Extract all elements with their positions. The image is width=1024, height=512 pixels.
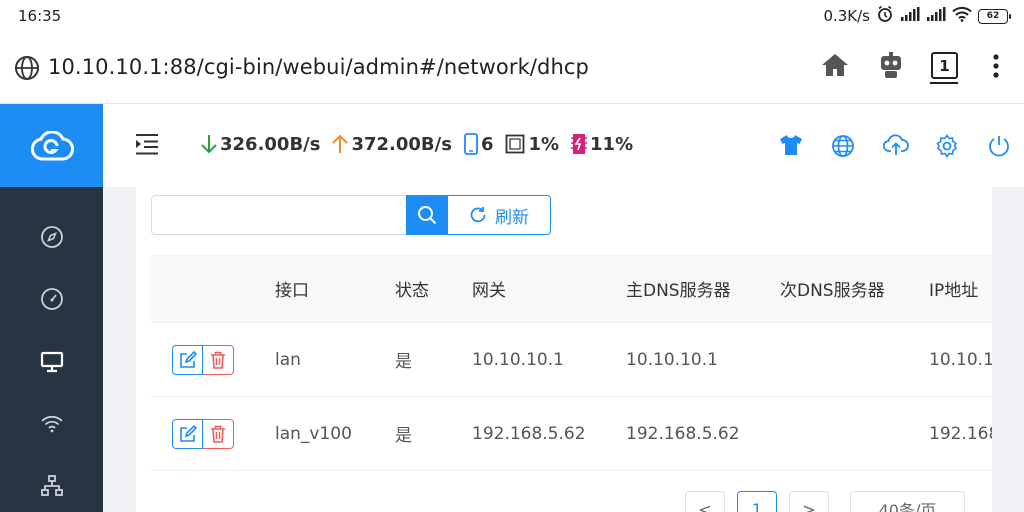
cell-ip-address: 192.168 [929, 423, 992, 444]
refresh-icon [470, 207, 486, 223]
cell-primary-dns: 10.10.10.1 [626, 349, 718, 370]
edit-button[interactable] [172, 419, 203, 449]
page-size-select[interactable]: 40条/页 [850, 491, 965, 512]
delete-button[interactable] [203, 419, 234, 449]
logo[interactable] [0, 104, 103, 187]
dhcp-card: 刷新 接口 状态 网关 主DNS服务器 次DNS服务器 IP地址 lan 是 1… [136, 187, 992, 512]
column-header-interface[interactable]: 接口 [275, 255, 309, 322]
edit-button[interactable] [172, 345, 203, 375]
tab-switcher-button[interactable]: 1 [930, 52, 958, 84]
upload-speed: 372.00B/s [351, 133, 452, 155]
row-actions [172, 345, 234, 375]
gauge-icon [40, 288, 63, 310]
column-header-secondary-dns[interactable]: 次DNS服务器 [780, 255, 885, 322]
column-header-ip-address[interactable]: IP地址 [929, 255, 978, 322]
cell-primary-dns: 192.168.5.62 [626, 423, 740, 444]
cpu-icon [506, 134, 525, 154]
cell-interface: lan_v100 [275, 423, 352, 444]
arrow-up-icon [332, 134, 349, 153]
signal-icon [900, 7, 920, 25]
cpu-usage: 1% [528, 133, 560, 155]
prev-page-button[interactable]: < [685, 491, 725, 512]
arrow-down-icon [201, 135, 217, 154]
phone-icon [464, 133, 478, 155]
globe-icon[interactable] [831, 134, 855, 162]
wifi-icon [40, 415, 63, 433]
alarm-icon [876, 5, 894, 27]
cell-ip-address: 10.10.10 [929, 349, 992, 370]
cell-gateway: 10.10.10.1 [472, 349, 564, 370]
status-bar: 16:35 0.3K/s 62 [0, 0, 1024, 32]
table-row: lan 是 10.10.10.1 10.10.10.1 10.10.10 [151, 323, 992, 397]
sidebar-item-overview[interactable] [0, 217, 103, 257]
address-bar[interactable]: 10.10.10.1:88/cgi-bin/webui/admin#/netwo… [48, 55, 589, 79]
column-header-status[interactable]: 状态 [395, 255, 429, 322]
cloud-upload-icon[interactable] [882, 134, 909, 160]
menu-toggle-icon[interactable] [135, 133, 159, 159]
status-icons: 0.3K/s 62 [823, 5, 1011, 27]
network-speed: 0.3K/s [823, 7, 870, 25]
devices-count: 6 [480, 133, 494, 155]
system-stats: 326.00B/s 372.00B/s 6 1% 11% [201, 133, 645, 155]
battery-indicator: 62 [978, 8, 1011, 24]
row-actions [172, 419, 234, 449]
table-row: lan_v100 是 192.168.5.62 192.168.5.62 192… [151, 397, 992, 471]
memory-icon [571, 134, 588, 154]
table-header: 接口 状态 网关 主DNS服务器 次DNS服务器 IP地址 [151, 255, 992, 323]
memory-stat: 11% [571, 133, 633, 155]
refresh-label: 刷新 [495, 207, 529, 228]
cell-status: 是 [395, 426, 412, 446]
delete-button[interactable] [203, 345, 234, 375]
upload-stat: 372.00B/s [332, 133, 452, 155]
trash-icon [211, 351, 225, 369]
header: 326.00B/s 372.00B/s 6 1% 11% [103, 104, 1024, 187]
power-icon[interactable] [987, 134, 1011, 162]
settings-gear-icon[interactable] [935, 134, 959, 162]
next-page-button[interactable]: > [789, 491, 829, 512]
search-icon [417, 206, 436, 225]
devices-stat: 6 [464, 133, 494, 155]
download-stat: 326.00B/s [201, 134, 320, 155]
cpu-stat: 1% [505, 134, 559, 155]
signal-icon-2 [926, 7, 946, 25]
cell-status: 是 [395, 352, 412, 372]
search-button[interactable] [406, 195, 447, 235]
network-topology-icon [40, 475, 63, 496]
robot-icon[interactable] [878, 52, 904, 84]
sidebar-item-wireless[interactable] [0, 404, 103, 444]
cloud-logo-icon [30, 130, 74, 160]
column-header-gateway[interactable]: 网关 [472, 255, 506, 322]
wifi-icon [952, 6, 972, 26]
monitor-icon [40, 351, 63, 373]
sidebar-item-system[interactable] [0, 342, 103, 382]
memory-usage: 11% [590, 133, 634, 155]
dhcp-table: 接口 状态 网关 主DNS服务器 次DNS服务器 IP地址 lan 是 10.1… [151, 255, 992, 471]
theme-icon[interactable] [779, 134, 803, 160]
globe-icon [14, 55, 40, 85]
main-content: 刷新 接口 状态 网关 主DNS服务器 次DNS服务器 IP地址 lan 是 1… [103, 187, 1024, 512]
sidebar-item-status[interactable] [0, 279, 103, 319]
sidebar [0, 104, 103, 512]
current-page-button[interactable]: 1 [737, 491, 777, 512]
download-speed: 326.00B/s [220, 133, 321, 155]
home-icon[interactable] [821, 52, 849, 82]
cell-interface: lan [275, 349, 301, 370]
edit-icon [179, 425, 197, 442]
clock: 16:35 [18, 7, 62, 25]
refresh-button[interactable]: 刷新 [447, 195, 551, 235]
more-menu-icon[interactable] [992, 54, 1000, 82]
browser-toolbar: 10.10.10.1:88/cgi-bin/webui/admin#/netwo… [0, 32, 1024, 104]
cell-gateway: 192.168.5.62 [472, 423, 586, 444]
sidebar-item-network[interactable] [0, 466, 103, 506]
trash-icon [211, 425, 225, 443]
search-input[interactable] [151, 195, 406, 235]
edit-icon [179, 351, 197, 368]
column-header-primary-dns[interactable]: 主DNS服务器 [626, 255, 731, 322]
compass-icon [40, 226, 63, 248]
